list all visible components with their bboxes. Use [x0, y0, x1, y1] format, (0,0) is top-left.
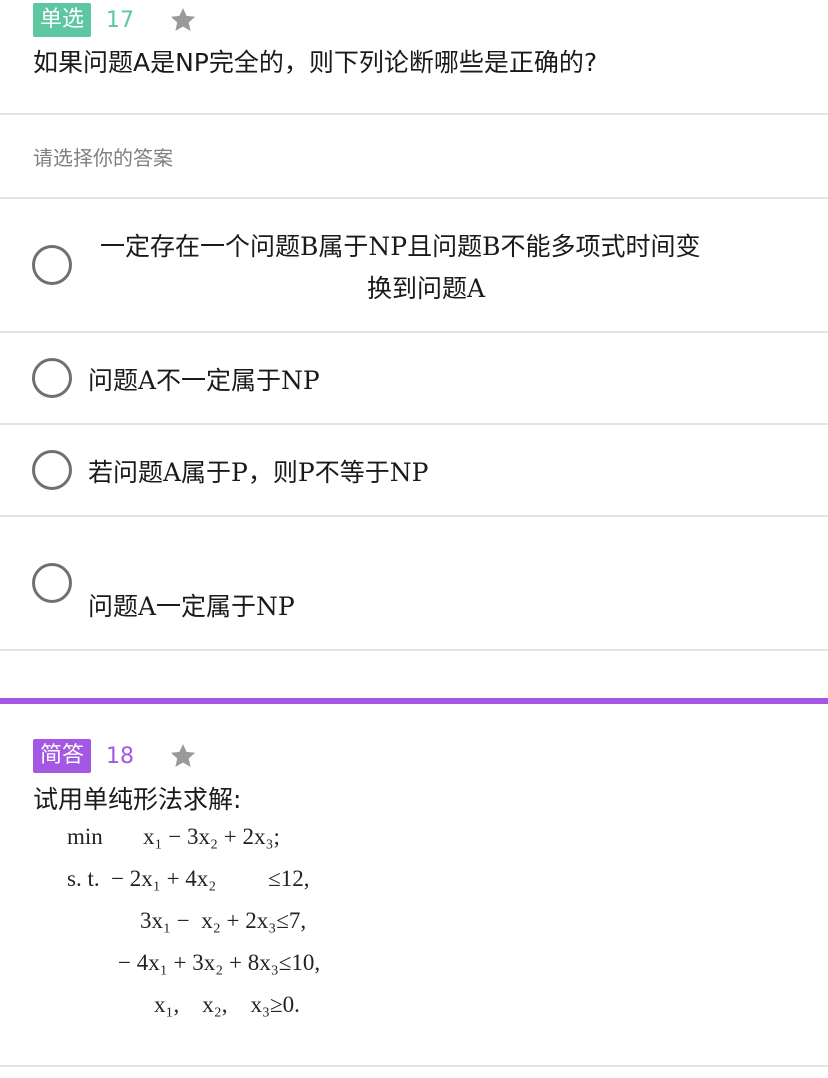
option-1-text-line1: 一定存在一个问题B属于NP且问题B不能多项式时间变 [100, 232, 701, 261]
problem-image: min x₁ − 3x₂ + 2x₃; s. t. − 2x₁ + 4x₂ ≤1… [40, 818, 430, 1028]
option-2[interactable]: 问题A不一定属于NP [0, 333, 828, 423]
question-17-text: 如果问题A是NP完全的，则下列论断哪些是正确的? [33, 48, 598, 77]
option-2-text: 问题A不一定属于NP [88, 366, 320, 395]
question-number: 18 [106, 743, 135, 769]
question-18-text: 试用单纯形法求解: [33, 785, 242, 814]
option-1[interactable]: 一定存在一个问题B属于NP且问题B不能多项式时间变 换到问题A [0, 199, 828, 331]
question-type-badge: 单选 [33, 3, 92, 37]
radio-button[interactable] [32, 245, 72, 285]
math-line: x₁, x₂, x₃≥0. [154, 992, 300, 1017]
question-17-header: 单选 17 [33, 3, 198, 37]
option-4[interactable]: 问题A一定属于NP [0, 517, 828, 649]
math-line: 3x₁ − x₂ + 2x₃≤7, [140, 908, 307, 933]
answer-prompt: 请选择你的答案 [33, 146, 173, 170]
radio-button[interactable] [32, 450, 72, 490]
question-type-badge: 简答 [33, 739, 92, 773]
question-18-header: 简答 18 [33, 739, 198, 773]
question-separator [0, 698, 828, 704]
divider [0, 113, 828, 115]
divider [0, 649, 828, 651]
radio-button[interactable] [32, 358, 72, 398]
star-icon[interactable] [168, 741, 198, 771]
option-3[interactable]: 若问题A属于P，则P不等于NP [0, 425, 828, 515]
math-line: s. t. − 2x₁ + 4x₂ ≤12, [67, 866, 310, 891]
question-number: 17 [106, 7, 135, 33]
option-3-text: 若问题A属于P，则P不等于NP [88, 458, 429, 487]
star-icon[interactable] [168, 5, 198, 35]
math-line: min x₁ − 3x₂ + 2x₃; [67, 824, 280, 849]
radio-button[interactable] [32, 563, 72, 603]
divider [0, 1065, 828, 1067]
option-1-text-line2: 换到问题A [367, 274, 486, 303]
math-line: − 4x₁ + 3x₂ + 8x₃≤10, [118, 950, 321, 975]
option-4-text: 问题A一定属于NP [88, 592, 295, 621]
